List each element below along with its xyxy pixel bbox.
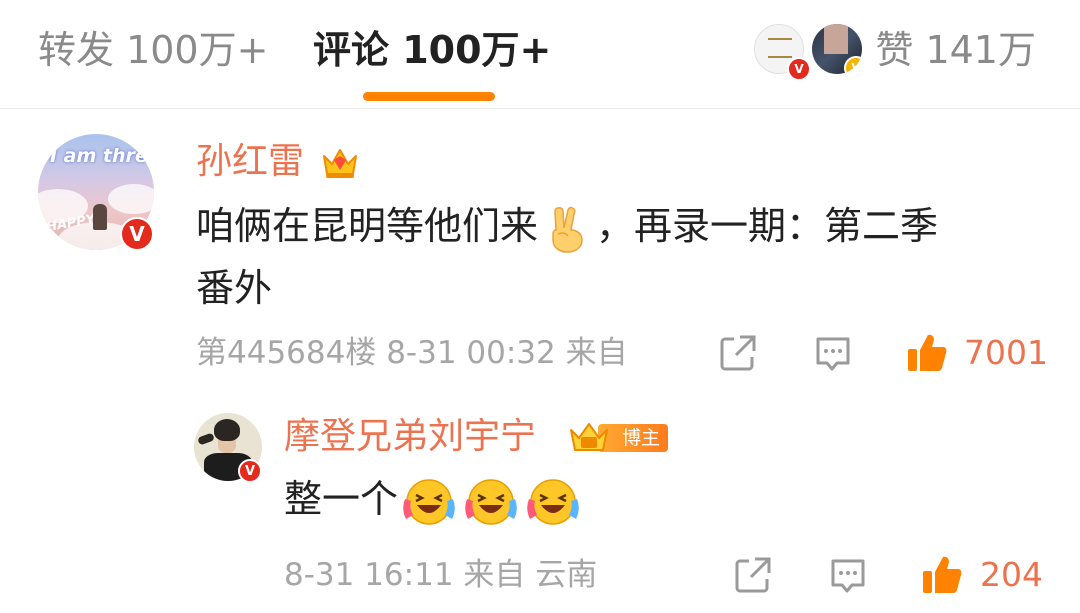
- verified-v-icon: V: [120, 217, 154, 251]
- reply-text: 整一个: [284, 470, 584, 529]
- comment-text-part: 咱俩在昆明等他们来: [196, 204, 539, 248]
- thumbs-up-icon[interactable]: [905, 331, 949, 375]
- username[interactable]: 孙红雷: [196, 139, 304, 185]
- avatar-figure: [214, 419, 240, 441]
- laughing-crying-emoji: [464, 475, 518, 529]
- verified-v-icon: V: [238, 459, 262, 483]
- comment-text-part: 整一个: [284, 477, 399, 521]
- avatar-figure: [197, 432, 215, 446]
- username[interactable]: 摩登兄弟刘宇宁: [284, 414, 536, 460]
- victory-hand-emoji: [544, 204, 590, 254]
- tab-repost[interactable]: 转发 100万+: [38, 24, 268, 76]
- fan-crown-icon: [570, 423, 608, 451]
- crown-member-icon: [323, 149, 357, 178]
- blurred-face-image: [824, 24, 848, 54]
- thumbs-up-icon[interactable]: [920, 553, 964, 597]
- comment-icon[interactable]: [828, 556, 868, 596]
- verified-v-icon: V: [787, 57, 811, 81]
- logo-mark-icon: [768, 38, 792, 58]
- author-badge: 博主: [568, 418, 668, 454]
- laughing-crying-emoji: [526, 475, 580, 529]
- comment-icon[interactable]: [813, 334, 853, 374]
- like-count: 7001: [964, 333, 1048, 372]
- verified-v-icon: V: [844, 56, 862, 74]
- like-count: 204: [980, 555, 1043, 594]
- comment-text-part: ，再录一期：第二季: [596, 204, 939, 248]
- reply-meta: 8-31 16:11 来自 云南: [284, 557, 598, 593]
- tab-active-indicator: [363, 92, 495, 101]
- tab-bar: 转发 100万+ 评论 100万+ V V 赞 141万: [0, 0, 1080, 109]
- comment-meta: 第445684楼 8-31 00:32 来自: [196, 335, 628, 371]
- laughing-crying-emoji: [402, 475, 456, 529]
- share-icon[interactable]: [718, 333, 758, 373]
- share-icon[interactable]: [733, 555, 773, 595]
- tab-like[interactable]: 赞 141万: [875, 24, 1036, 76]
- tab-comment[interactable]: 评论 100万+: [313, 24, 551, 76]
- liker-avatar[interactable]: V: [812, 24, 862, 74]
- avatar-caption: I am three: [50, 145, 154, 167]
- comment-text: 咱俩在昆明等他们来 ，再录一期：第二季: [196, 197, 938, 255]
- comment-text: 番外: [196, 266, 273, 310]
- liker-avatar[interactable]: V: [754, 24, 811, 81]
- cloud-decoration: [108, 184, 154, 214]
- avatar-figure: [93, 204, 107, 230]
